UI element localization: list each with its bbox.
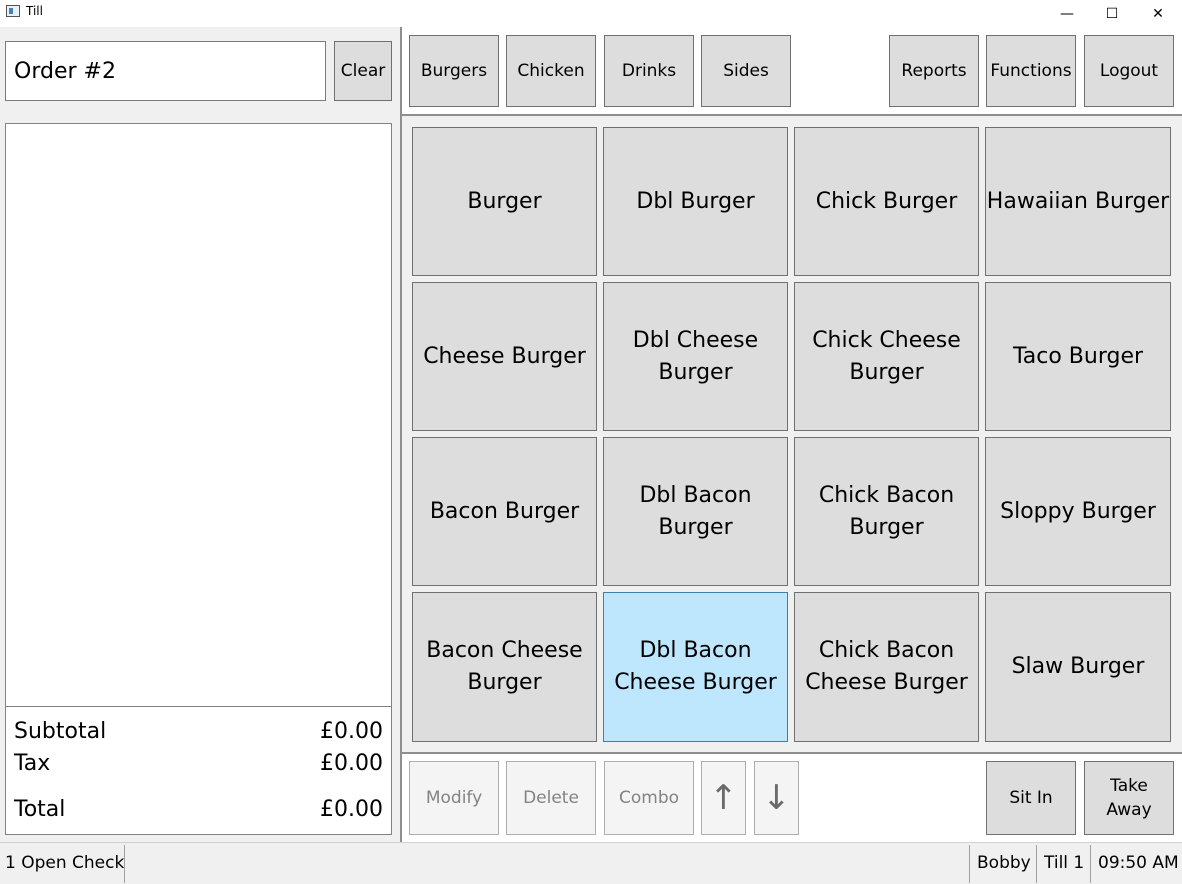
subtotal-value: £0.00	[320, 719, 383, 744]
user-status: Bobby	[977, 853, 1031, 873]
title-bar	[0, 0, 1182, 27]
item-dbl-bacon-burger[interactable]: Dbl Bacon Burger	[603, 437, 788, 586]
status-separator	[1036, 845, 1037, 883]
category-sides[interactable]: Sides	[701, 35, 791, 107]
maximize-button[interactable]: ☐	[1089, 0, 1135, 27]
item-bacon-cheese-burger[interactable]: Bacon Cheese Burger	[412, 592, 597, 742]
logout-button[interactable]: Logout	[1084, 35, 1174, 107]
total-label: Total	[14, 797, 66, 822]
item-cheese-burger[interactable]: Cheese Burger	[412, 282, 597, 431]
item-hawaiian-burger[interactable]: Hawaiian Burger	[985, 127, 1171, 276]
left-divider	[0, 113, 402, 123]
item-bacon-burger[interactable]: Bacon Burger	[412, 437, 597, 586]
vertical-divider	[400, 27, 402, 842]
reports-button[interactable]: Reports	[889, 35, 979, 107]
category-burgers[interactable]: Burgers	[409, 35, 499, 107]
item-chick-burger[interactable]: Chick Burger	[794, 127, 979, 276]
move-up-button[interactable]: ↑	[701, 761, 746, 835]
item-chick-bacon-cheese-burger[interactable]: Chick Bacon Cheese Burger	[794, 592, 979, 742]
category-drinks[interactable]: Drinks	[604, 35, 694, 107]
item-sloppy-burger[interactable]: Sloppy Burger	[985, 437, 1171, 586]
app-icon	[6, 5, 20, 17]
item-slaw-burger[interactable]: Slaw Burger	[985, 592, 1171, 742]
category-bar-border	[402, 114, 1182, 116]
subtotal-label: Subtotal	[14, 719, 107, 744]
status-separator	[124, 845, 125, 883]
minimize-button[interactable]: —	[1044, 0, 1090, 27]
time-status: 09:50 AM	[1098, 853, 1179, 873]
item-dbl-bacon-cheese-burger[interactable]: Dbl Bacon Cheese Burger	[603, 592, 788, 742]
take-away-button[interactable]: Take Away	[1084, 761, 1174, 835]
status-separator	[1090, 845, 1091, 883]
clear-button[interactable]: Clear	[334, 41, 392, 101]
delete-button[interactable]: Delete	[506, 761, 596, 835]
window-title: Till	[26, 4, 43, 18]
till-status: Till 1	[1044, 853, 1085, 873]
order-title-field[interactable]: Order #2	[5, 41, 326, 101]
functions-button[interactable]: Functions	[986, 35, 1076, 107]
tax-label: Tax	[14, 751, 51, 776]
item-taco-burger[interactable]: Taco Burger	[985, 282, 1171, 431]
item-dbl-burger[interactable]: Dbl Burger	[603, 127, 788, 276]
combo-button[interactable]: Combo	[604, 761, 694, 835]
modify-button[interactable]: Modify	[409, 761, 499, 835]
tax-value: £0.00	[320, 751, 383, 776]
close-button[interactable]: ✕	[1135, 0, 1181, 27]
item-chick-bacon-burger[interactable]: Chick Bacon Burger	[794, 437, 979, 586]
totals-divider	[6, 706, 391, 707]
item-burger[interactable]: Burger	[412, 127, 597, 276]
item-chick-cheese-burger[interactable]: Chick Cheese Burger	[794, 282, 979, 431]
move-down-button[interactable]: ↓	[754, 761, 799, 835]
open-checks-status[interactable]: 1 Open Check	[5, 853, 124, 873]
category-chicken[interactable]: Chicken	[506, 35, 596, 107]
total-value: £0.00	[320, 797, 383, 822]
sit-in-button[interactable]: Sit In	[986, 761, 1076, 835]
status-separator	[969, 845, 970, 883]
item-dbl-cheese-burger[interactable]: Dbl Cheese Burger	[603, 282, 788, 431]
